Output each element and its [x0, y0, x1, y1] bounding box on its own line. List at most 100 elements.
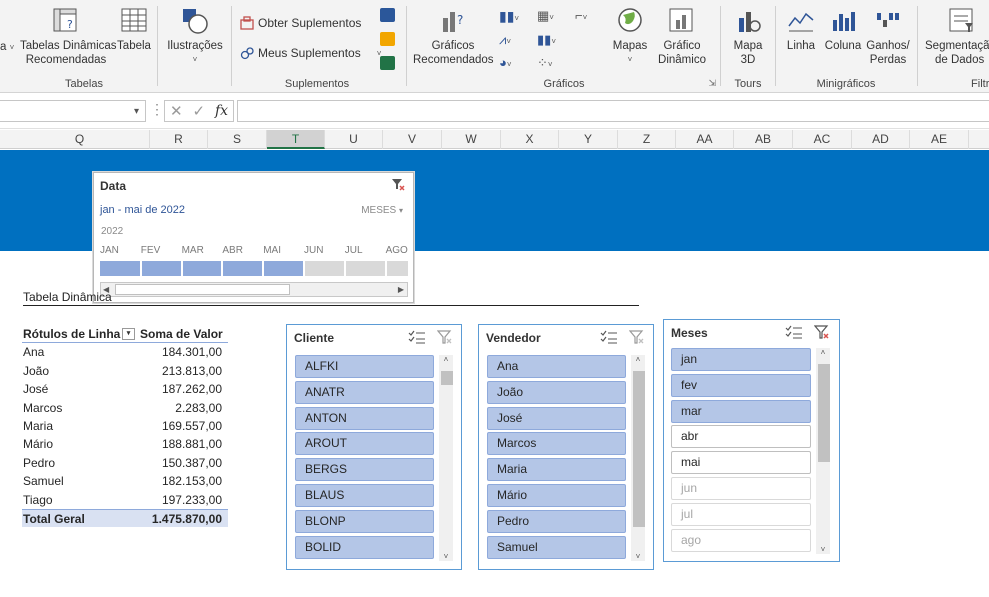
slicer-item[interactable]: ANATR: [295, 380, 434, 404]
sparkline-column-button[interactable]: Coluna: [823, 6, 863, 53]
clear-filter-icon[interactable]: [813, 325, 830, 342]
slicer-item[interactable]: BOLID: [295, 535, 434, 559]
scroll-down-icon[interactable]: ˅: [440, 552, 452, 561]
illustrations-button[interactable]: Ilustrações ˅: [164, 6, 226, 67]
scroll-right-icon[interactable]: ▶: [398, 283, 404, 296]
column-header-t[interactable]: T: [267, 130, 325, 149]
hierarchy-chart-icon[interactable]: ▦˅: [537, 8, 563, 26]
column-header-x[interactable]: X: [501, 130, 559, 149]
timeline-month[interactable]: JUL: [345, 245, 386, 259]
sparkline-winloss-button[interactable]: Ganhos/ Perdas: [865, 6, 911, 67]
slicer-item[interactable]: AROUT: [295, 432, 434, 456]
slicer-item[interactable]: fev: [671, 373, 811, 397]
table-row[interactable]: Maria 169.557,00: [22, 417, 228, 435]
slicer-item[interactable]: BLAUS: [295, 484, 434, 507]
bing-icon[interactable]: [380, 32, 395, 46]
slicer-item[interactable]: Pedro: [487, 509, 626, 533]
slicer-scrollbar[interactable]: ˄ ˅: [631, 355, 645, 561]
slicer-item[interactable]: ALFKI: [295, 355, 434, 378]
slicer-item[interactable]: João: [487, 380, 626, 404]
scroll-down-icon[interactable]: ˅: [817, 545, 829, 554]
slicer-scrollbar[interactable]: ˄ ˅: [816, 348, 830, 554]
maps-button[interactable]: Mapas ˅: [610, 6, 650, 67]
line-chart-icon[interactable]: ⩘˅: [499, 32, 525, 50]
slicer-item[interactable]: BERGS: [295, 458, 434, 482]
sparkline-line-button[interactable]: Linha: [783, 6, 819, 53]
column-header-ab[interactable]: AB: [734, 130, 793, 149]
dialog-launcher-icon[interactable]: ⇲: [708, 78, 716, 89]
scrollbar-thumb[interactable]: [818, 364, 830, 462]
visio-icon[interactable]: [380, 8, 395, 22]
table-row[interactable]: José 187.262,00: [22, 380, 228, 398]
slicer-item[interactable]: jul: [671, 502, 811, 526]
pie-chart-icon[interactable]: ◕˅: [499, 55, 525, 73]
table-row[interactable]: Tiago 197.233,00: [22, 491, 228, 509]
timeline-scrollbar[interactable]: ◀ ▶: [100, 282, 408, 297]
formula-input[interactable]: [237, 100, 989, 122]
column-header-ac[interactable]: AC: [793, 130, 852, 149]
name-box[interactable]: ▾: [0, 100, 146, 122]
clear-filter-icon[interactable]: [391, 178, 405, 194]
slicer-item[interactable]: BLONP: [295, 509, 434, 533]
table-row[interactable]: Marcos 2.283,00: [22, 399, 228, 417]
scrollbar-thumb[interactable]: [115, 284, 290, 295]
table-row[interactable]: João 213.813,00: [22, 362, 228, 380]
my-addins-button[interactable]: Meus Suplementos ˅: [240, 46, 381, 60]
get-addins-button[interactable]: Obter Suplementos: [240, 16, 361, 30]
column-header-ad[interactable]: AD: [852, 130, 910, 149]
timeline-bar[interactable]: [100, 261, 408, 276]
slicer-item[interactable]: Mário: [487, 484, 626, 507]
table-row[interactable]: Pedro 150.387,00: [22, 454, 228, 472]
timeline-month[interactable]: FEV: [141, 245, 182, 259]
column-header-u[interactable]: U: [325, 130, 383, 149]
slicer-item[interactable]: mai: [671, 451, 811, 475]
scroll-up-icon[interactable]: ˄: [817, 348, 829, 357]
slicer-vendedor[interactable]: Vendedor ˄ ˅ Ana João José Marcos Maria Mário…: [478, 324, 654, 570]
partial-left-button[interactable]: a ˅: [0, 40, 14, 55]
column-header-ae[interactable]: AE: [910, 130, 969, 149]
recommended-pivot-button[interactable]: ? Tabelas Dinâmicas Recomendadas: [20, 6, 117, 67]
insert-function-icon[interactable]: fx: [215, 103, 228, 119]
slicer-scrollbar[interactable]: ˄ ˅: [439, 355, 453, 561]
column-header-aa[interactable]: AA: [676, 130, 734, 149]
more-options-icon[interactable]: ⋮: [150, 101, 164, 118]
scroll-up-icon[interactable]: ˄: [440, 355, 452, 364]
recommended-charts-button[interactable]: ? Gráficos Recomendados: [413, 6, 494, 67]
column-header-w[interactable]: W: [442, 130, 501, 149]
column-header-s[interactable]: S: [208, 130, 267, 149]
column-header-v[interactable]: V: [383, 130, 442, 149]
slicer-item[interactable]: Maria: [487, 458, 626, 482]
multi-select-icon[interactable]: [785, 325, 803, 342]
timeline-month[interactable]: JUN: [304, 245, 345, 259]
scroll-down-icon[interactable]: ˅: [632, 552, 644, 561]
slicer-item[interactable]: ago: [671, 528, 811, 552]
statistic-chart-icon[interactable]: ▮▮˅: [537, 32, 563, 50]
slicer-meses[interactable]: Meses ˄ ˅ jan fev mar abr mai jun jul ago: [663, 319, 840, 562]
slicer-cliente[interactable]: Cliente ˄ ˅ ALFKI ANATR ANTON AROUT BERGS BLA…: [286, 324, 462, 570]
scrollbar-thumb[interactable]: [441, 371, 453, 385]
slicer-item[interactable]: jan: [671, 348, 811, 371]
slicer-item[interactable]: jun: [671, 477, 811, 500]
table-button[interactable]: Tabela: [115, 6, 153, 53]
timeline-month[interactable]: ABR: [222, 245, 263, 259]
timeline-month[interactable]: AGO: [386, 245, 427, 259]
multi-select-icon[interactable]: [408, 330, 426, 347]
enter-icon[interactable]: ✓: [192, 102, 205, 120]
timeline-slicer[interactable]: Data jan - mai de 2022 MESES ▾ 2022 JAN F…: [93, 172, 414, 303]
slicer-item[interactable]: José: [487, 406, 626, 430]
clear-filter-icon[interactable]: [436, 330, 453, 347]
table-row[interactable]: Samuel 182.153,00: [22, 472, 228, 490]
scatter-chart-icon[interactable]: ⁘˅: [537, 55, 563, 73]
multi-select-icon[interactable]: [600, 330, 618, 347]
timeline-month[interactable]: MAR: [182, 245, 223, 259]
timeline-month[interactable]: MAI: [263, 245, 304, 259]
pivot-chart-button[interactable]: Gráfico Dinâmico: [653, 6, 711, 67]
slicer-item[interactable]: abr: [671, 425, 811, 449]
timeline-level-dropdown[interactable]: MESES ▾: [361, 205, 403, 216]
slicer-item[interactable]: Ana: [487, 355, 626, 378]
timeline-selection[interactable]: [100, 261, 303, 276]
table-row[interactable]: Mário 188.881,00: [22, 435, 228, 453]
slicer-item[interactable]: Marcos: [487, 432, 626, 456]
chevron-down-icon[interactable]: ▾: [134, 106, 139, 117]
cancel-icon[interactable]: ✕: [170, 102, 183, 120]
